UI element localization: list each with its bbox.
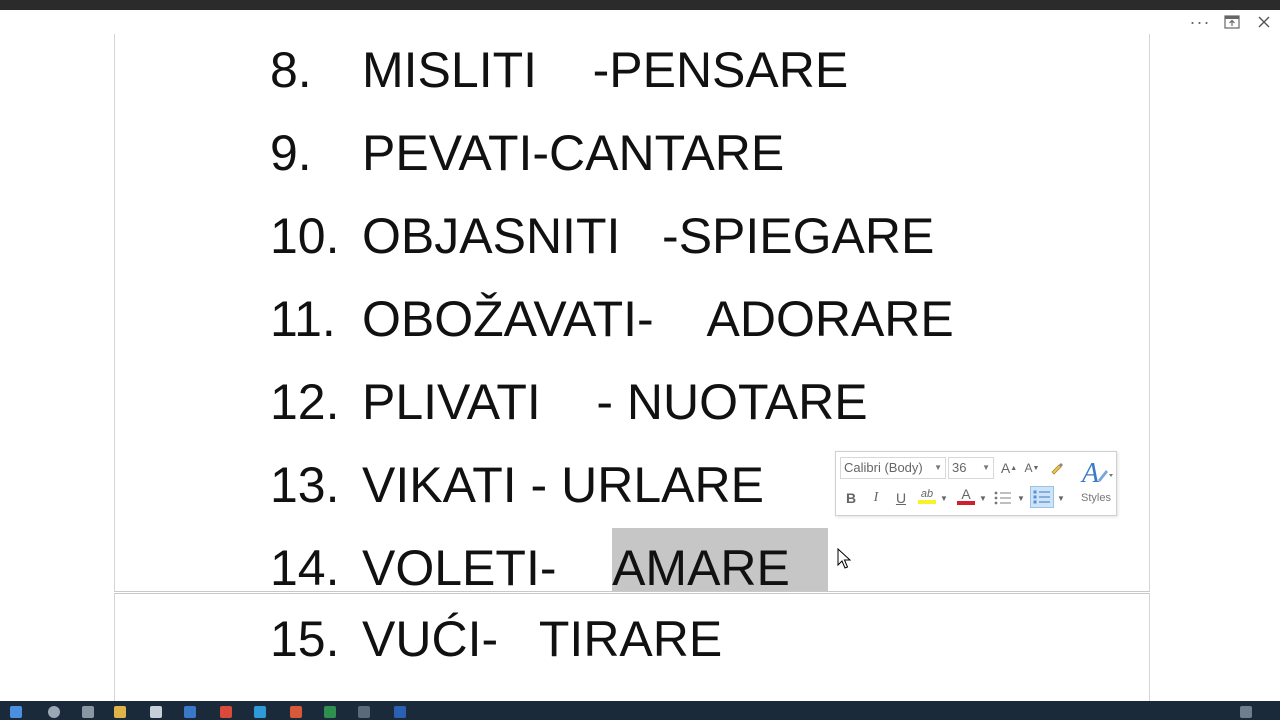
- document-canvas[interactable]: 8. MISLITI -PENSARE 9. PEVATI-CANTARE 10. O…: [0, 34, 1280, 701]
- underline-icon: U: [895, 490, 907, 506]
- bullets-dropdown[interactable]: ▼: [1016, 487, 1026, 509]
- file-explorer-icon[interactable]: [114, 706, 126, 718]
- close-button[interactable]: [1248, 10, 1280, 34]
- list-number: 14.: [270, 540, 340, 592]
- list-item[interactable]: 13. VIKATI - URLARE: [270, 455, 764, 515]
- start-icon[interactable]: [10, 706, 22, 718]
- ribbon-display-icon: [1224, 15, 1240, 29]
- list-item[interactable]: 8. MISLITI -PENSARE: [270, 40, 848, 100]
- numbering-button[interactable]: [1030, 486, 1054, 508]
- chevron-down-icon[interactable]: ▼: [982, 458, 990, 478]
- italic-icon: I: [873, 490, 879, 505]
- list-text: PEVATI-CANTARE: [362, 125, 785, 181]
- list-item[interactable]: 14. VOLETI- AMARE: [270, 528, 828, 592]
- chevron-down-icon: ▼: [940, 493, 948, 503]
- list-number: 8.: [270, 42, 312, 98]
- bold-icon: B: [845, 490, 857, 506]
- notification-icon[interactable]: [1240, 706, 1252, 718]
- window-controls: ···: [1184, 10, 1280, 34]
- word-icon[interactable]: [394, 706, 406, 718]
- format-painter-button[interactable]: [1046, 457, 1068, 479]
- edge-icon[interactable]: [184, 706, 196, 718]
- list-number: 12.: [270, 374, 340, 430]
- document-page[interactable]: 15. VUĆI- TIRARE: [114, 593, 1150, 701]
- taskbar: [0, 701, 1280, 720]
- list-number: 10.: [270, 208, 340, 264]
- font-color-dropdown[interactable]: ▼: [978, 487, 988, 509]
- mouse-pointer-icon: [837, 548, 851, 569]
- numbering-icon: [1033, 490, 1050, 504]
- font-size-box[interactable]: 36 ▼: [948, 457, 994, 479]
- styles-button[interactable]: A: [1078, 456, 1114, 489]
- font-name-box[interactable]: Calibri (Body) ▼: [840, 457, 946, 479]
- powerpoint-icon[interactable]: [290, 706, 302, 718]
- format-painter-icon: [1051, 463, 1063, 475]
- highlight-icon: ab: [920, 488, 934, 500]
- shrink-font-icon: A: [1024, 461, 1033, 475]
- bullets-button[interactable]: [992, 487, 1014, 509]
- store-icon[interactable]: [150, 706, 162, 718]
- font-color-bar: [957, 501, 975, 505]
- list-item[interactable]: 12. PLIVATI - NUOTARE: [270, 372, 868, 432]
- list-item[interactable]: 9. PEVATI-CANTARE: [270, 123, 784, 183]
- app-icon[interactable]: [358, 706, 370, 718]
- list-number: 15.: [270, 611, 340, 667]
- task-view-icon[interactable]: [82, 706, 94, 718]
- font-color-button[interactable]: A: [955, 485, 977, 507]
- font-color-icon: A: [961, 486, 971, 502]
- close-icon: [1258, 16, 1270, 28]
- chrome-icon[interactable]: [220, 706, 232, 718]
- more-options-icon: ···: [1189, 11, 1211, 32]
- chevron-down-icon[interactable]: ▼: [934, 458, 942, 478]
- font-size-value: 36: [952, 460, 967, 475]
- skype-icon[interactable]: [254, 706, 266, 718]
- list-item[interactable]: 15. VUĆI- TIRARE: [270, 609, 722, 669]
- list-number: 11.: [270, 291, 336, 347]
- bullets-icon: [994, 491, 1011, 505]
- title-bar: [0, 0, 1280, 10]
- more-options-button[interactable]: ···: [1184, 10, 1216, 34]
- grow-font-button[interactable]: A ▲: [999, 457, 1019, 479]
- font-name-value: Calibri (Body): [844, 460, 923, 475]
- chevron-down-icon: ▼: [1057, 493, 1065, 503]
- list-number: 13.: [270, 457, 340, 513]
- list-text: OBJASNITI -SPIEGARE: [362, 208, 935, 264]
- chevron-down-icon: ▼: [979, 493, 987, 503]
- highlight-color-bar: [918, 500, 936, 504]
- list-text: VUĆI- TIRARE: [362, 611, 723, 667]
- styles-icon: A: [1080, 458, 1113, 489]
- excel-icon[interactable]: [324, 706, 336, 718]
- styles-label: Styles: [1081, 492, 1111, 504]
- grow-font-icon: A: [1000, 460, 1011, 476]
- mini-toolbar: Calibri (Body) ▼ 36 ▼ A ▲ A ▼ A Styles B I…: [835, 451, 1117, 516]
- ribbon-display-button[interactable]: [1216, 10, 1248, 34]
- chevron-down-icon: ▼: [1017, 493, 1025, 503]
- list-text: MISLITI -PENSARE: [362, 42, 849, 98]
- shrink-font-button[interactable]: A ▼: [1022, 457, 1042, 479]
- svg-text:A: A: [1080, 458, 1100, 488]
- search-icon[interactable]: [48, 706, 60, 718]
- list-number: 9.: [270, 125, 312, 181]
- highlight-dropdown[interactable]: ▼: [939, 487, 949, 509]
- list-text: VOLETI-: [362, 540, 613, 592]
- list-text: OBOŽAVATI- ADORARE: [362, 291, 954, 347]
- selected-text[interactable]: AMARE: [612, 528, 828, 591]
- highlight-button[interactable]: ab: [916, 485, 938, 507]
- italic-button[interactable]: I: [867, 487, 885, 509]
- bold-button[interactable]: B: [842, 487, 860, 509]
- list-item[interactable]: 11. OBOŽAVATI- ADORARE: [270, 289, 954, 349]
- underline-button[interactable]: U: [892, 487, 910, 509]
- list-text: VIKATI - URLARE: [362, 457, 764, 513]
- list-item[interactable]: 10. OBJASNITI -SPIEGARE: [270, 206, 934, 266]
- numbering-dropdown[interactable]: ▼: [1056, 487, 1066, 509]
- list-text: PLIVATI - NUOTARE: [362, 374, 868, 430]
